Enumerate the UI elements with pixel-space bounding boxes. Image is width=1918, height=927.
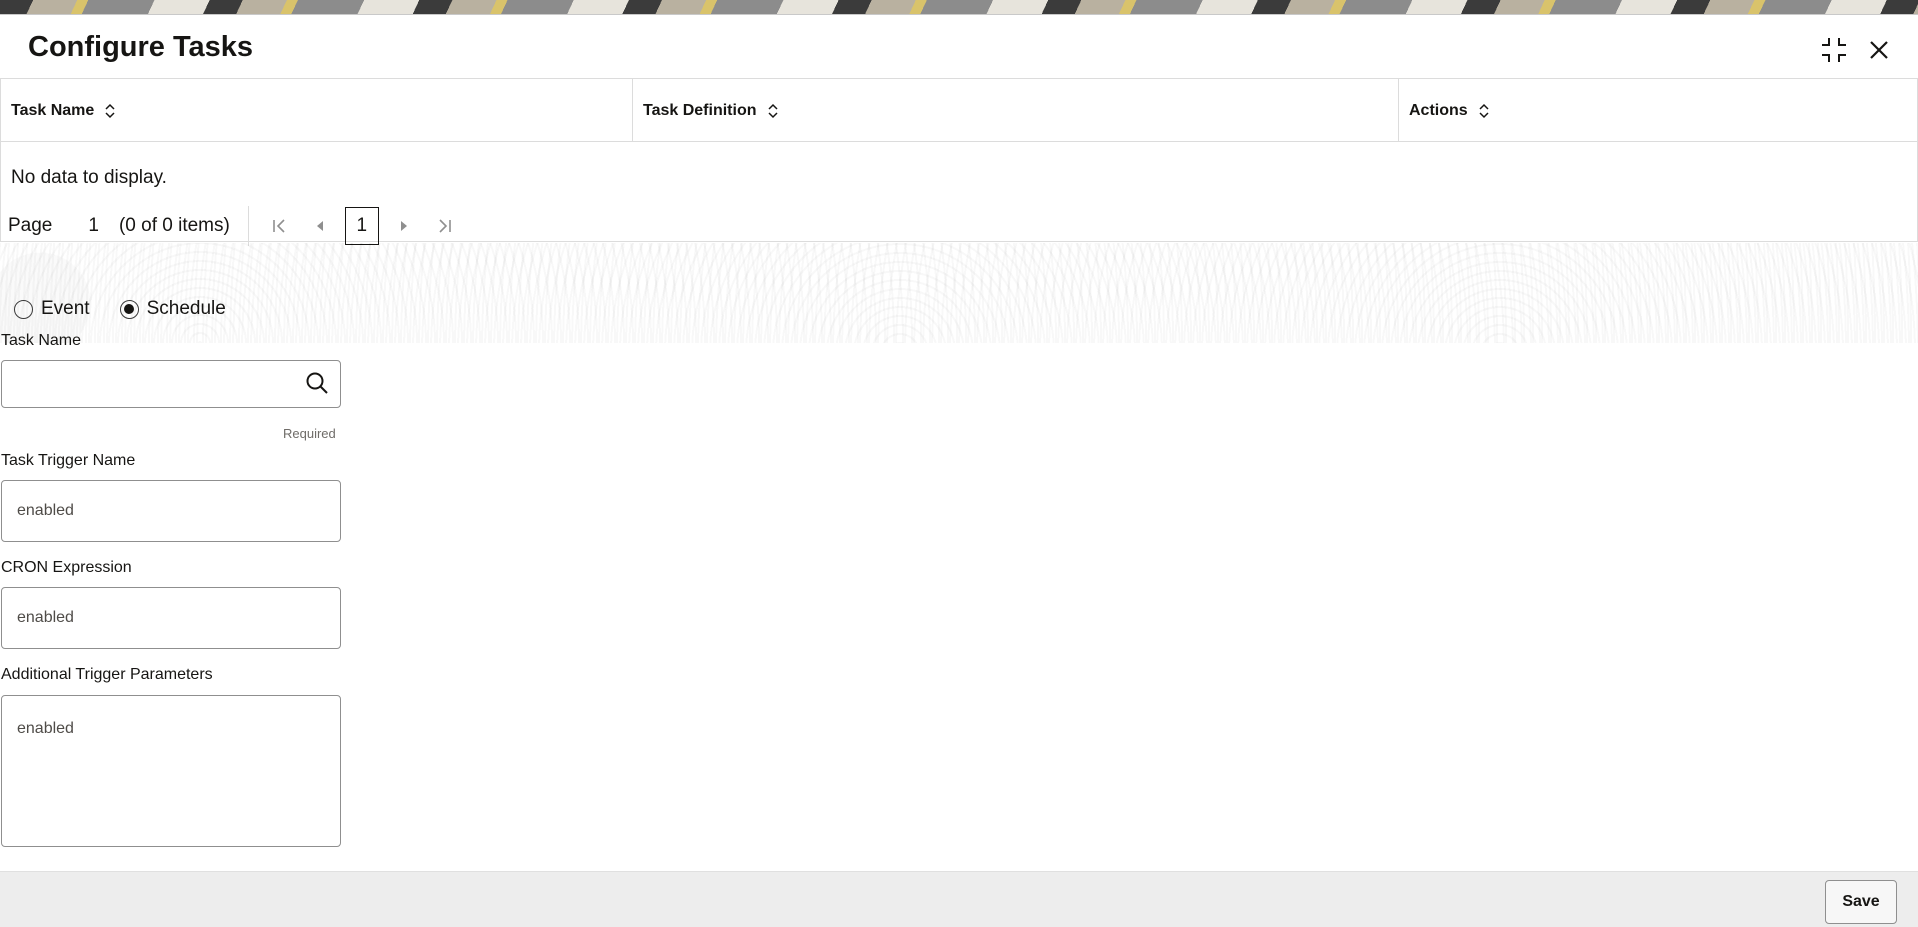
additional-trigger-parameters-label: Additional Trigger Parameters	[1, 666, 213, 683]
dialog-header: Configure Tasks	[0, 15, 1918, 79]
empty-table-message: No data to display.	[11, 167, 167, 188]
required-hint: Required	[283, 426, 336, 441]
search-icon[interactable]	[304, 370, 330, 396]
save-button[interactable]: Save	[1825, 880, 1897, 924]
column-header-task-definition[interactable]: Task Definition	[633, 79, 1399, 142]
decorative-watermark	[0, 243, 1918, 343]
dialog-title: Configure Tasks	[28, 31, 254, 63]
sort-icon[interactable]	[1478, 103, 1490, 119]
radio-label: Event	[41, 298, 90, 319]
task-trigger-name-input[interactable]: enabled	[1, 480, 341, 542]
item-count: (0 of 0 items)	[118, 215, 230, 236]
pager-divider	[247, 206, 249, 246]
collapse-icon[interactable]	[1817, 33, 1851, 67]
sort-icon[interactable]	[767, 103, 779, 119]
next-page-icon[interactable]	[389, 211, 419, 241]
configure-tasks-dialog: Configure Tasks Task Name Task Definitio…	[0, 14, 1918, 927]
cron-expression-label: CRON Expression	[1, 559, 132, 576]
radio-checked-icon	[119, 299, 139, 319]
radio-label: Schedule	[146, 298, 226, 319]
column-label: Task Definition	[643, 101, 757, 119]
current-page-button[interactable]: 1	[344, 207, 379, 245]
pagination-bar: Page 1 (0 of 0 items) 1	[1, 206, 601, 246]
page-number-input[interactable]: 1	[88, 215, 99, 237]
table-header-row: Task Name Task Definition Actions	[1, 79, 1917, 142]
additional-trigger-parameters-textarea[interactable]: enabled	[1, 695, 341, 847]
cron-expression-input[interactable]: enabled	[1, 587, 341, 649]
radio-event[interactable]: Event	[14, 298, 90, 320]
trigger-type-radio-group: Event Schedule	[14, 298, 256, 320]
task-trigger-name-label: Task Trigger Name	[1, 452, 136, 469]
additional-trigger-parameters-value: enabled	[17, 720, 74, 737]
tasks-table: Task Name Task Definition Actions No dat…	[0, 79, 1918, 246]
sort-icon[interactable]	[104, 103, 116, 119]
task-name-label: Task Name	[1, 332, 82, 349]
task-name-input[interactable]	[1, 360, 341, 408]
column-label: Actions	[1409, 101, 1468, 119]
column-label: Task Name	[11, 101, 95, 119]
radio-schedule[interactable]: Schedule	[119, 298, 226, 320]
column-header-actions[interactable]: Actions	[1399, 79, 1917, 142]
background-banner	[0, 0, 1918, 14]
radio-unchecked-icon	[14, 299, 33, 319]
last-page-icon[interactable]	[429, 211, 459, 241]
close-icon[interactable]	[1862, 33, 1896, 67]
page-label: Page	[8, 215, 53, 236]
first-page-icon[interactable]	[265, 211, 295, 241]
column-header-task-name[interactable]: Task Name	[1, 79, 633, 142]
previous-page-icon[interactable]	[305, 211, 335, 241]
cron-expression-value: enabled	[17, 609, 74, 626]
dialog-footer: Save	[0, 871, 1918, 927]
task-trigger-name-value: enabled	[17, 502, 74, 519]
